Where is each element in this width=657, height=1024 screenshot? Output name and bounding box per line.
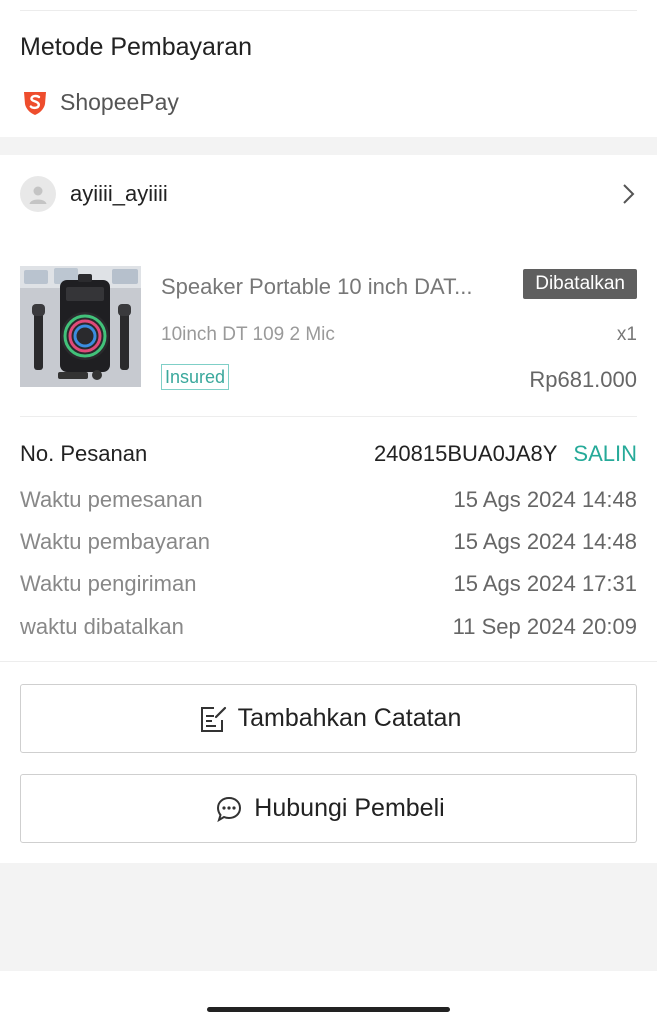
insured-badge: Insured [161,364,230,390]
buyer-row[interactable]: ayiiii_ayiiii [20,172,637,216]
cancel-time-value: 11 Sep 2024 20:09 [452,614,637,639]
buyer-username: ayiiii_ayiiii [70,181,168,206]
order-status-badge: Dibatalkan [523,269,637,299]
divider [20,416,637,417]
chat-bubble-icon [217,796,242,822]
payment-method-title: Metode Pembayaran [20,33,253,61]
cancel-time-row: waktu dibatalkan 11 Sep 2024 20:09 [20,611,637,643]
shipping-time-value: 15 Ags 2024 17:31 [453,571,638,596]
payment-time-label: Waktu pembayaran [20,529,210,554]
product-item[interactable]: Speaker Portable 10 inch DAT... Dibatalk… [20,266,637,392]
payment-method-name: ShopeePay [60,88,179,115]
order-number-value: 240815BUA0JA8Y [373,441,558,466]
add-note-button[interactable]: Tambahkan Catatan [20,684,637,753]
product-image [20,266,141,387]
top-divider [20,10,637,11]
shipping-time-label: Waktu pengiriman [20,571,197,596]
copy-order-number-button[interactable]: SALIN [573,441,637,467]
cancel-time-label: waktu dibatalkan [20,614,184,639]
contact-buyer-label: Hubungi Pembeli [254,794,445,822]
order-time-row: Waktu pemesanan 15 Ags 2024 14:48 [20,484,637,516]
add-note-label: Tambahkan Catatan [237,704,462,732]
home-indicator[interactable] [207,1007,450,1012]
shipping-time-row: Waktu pengiriman 15 Ags 2024 17:31 [20,568,637,600]
chevron-right-icon [623,184,635,204]
order-time-label: Waktu pemesanan [20,487,203,512]
order-time-value: 15 Ags 2024 14:48 [453,487,638,512]
payment-time-row: Waktu pembayaran 15 Ags 2024 14:48 [20,526,637,558]
user-avatar-icon [20,176,56,212]
shopeepay-logo-icon [24,92,46,115]
bottom-spacer [0,863,657,971]
payment-time-value: 15 Ags 2024 14:48 [453,529,638,554]
contact-buyer-button[interactable]: Hubungi Pembeli [20,774,637,843]
order-number-label: No. Pesanan [20,441,148,466]
product-price: Rp681.000 [529,367,637,392]
section-gap [0,137,657,155]
payment-method: ShopeePay [20,87,179,117]
product-variation: 10inch DT 109 2 Mic [161,324,335,345]
order-number-row: No. Pesanan 240815BUA0JA8Y SALIN [20,438,637,470]
product-name: Speaker Portable 10 inch DAT... [161,274,473,299]
divider [0,661,657,662]
product-quantity: x1 [616,324,637,345]
note-edit-icon [200,706,226,732]
